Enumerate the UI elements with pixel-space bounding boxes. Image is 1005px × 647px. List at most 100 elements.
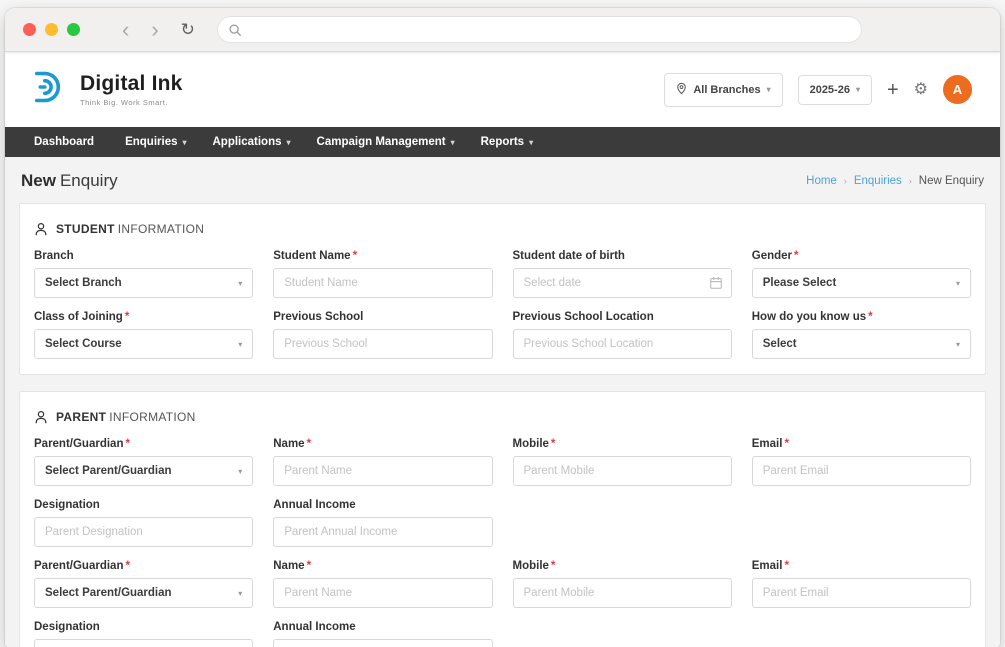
chevron-down-icon: ▾ [451, 138, 455, 147]
parent2-email-input[interactable] [752, 578, 971, 608]
field-label: Designation [34, 499, 253, 511]
nav-item-enquiries[interactable]: Enquiries ▾ [112, 127, 199, 157]
chevron-down-icon: ▾ [956, 279, 960, 288]
main-nav: Dashboard Enquiries ▾ Applications ▾ Cam… [5, 127, 1000, 157]
field-label: Parent/Guardian* [34, 438, 253, 450]
minimize-window-button[interactable] [45, 23, 58, 36]
chevron-down-icon: ▾ [238, 340, 242, 349]
reload-button[interactable]: ↻ [181, 21, 195, 38]
breadcrumb-separator: › [844, 176, 847, 186]
person-icon [34, 222, 48, 236]
browser-window: ‹ › ↻ Digital Ink [5, 8, 1000, 647]
field-label: Email* [752, 560, 971, 572]
field-parent2-email: Email* [752, 560, 971, 608]
branch-select[interactable]: Select Branch ▾ [34, 268, 253, 298]
close-window-button[interactable] [23, 23, 36, 36]
field-label: Annual Income [273, 621, 492, 633]
breadcrumb: Home › Enquiries › New Enquiry [806, 175, 984, 187]
field-class-of-joining: Class of Joining* Select Course ▾ [34, 311, 253, 359]
field-how-do-you-know-us: How do you know us* Select ▾ [752, 311, 971, 359]
parent2-designation-input[interactable] [34, 639, 253, 647]
nav-item-dashboard[interactable]: Dashboard [21, 127, 112, 157]
chevron-down-icon: ▾ [767, 85, 771, 94]
parent1-annual-income-input[interactable] [273, 517, 492, 547]
academic-year-label: 2025-26 [810, 84, 850, 96]
parent2-name-input[interactable] [273, 578, 492, 608]
field-label: Branch [34, 250, 253, 262]
nav-item-reports[interactable]: Reports ▾ [468, 127, 546, 157]
gear-icon[interactable]: ⚙ [914, 82, 928, 98]
field-parent1-designation: Designation [34, 499, 253, 547]
previous-school-input[interactable] [273, 329, 492, 359]
parent2-annual-income-input[interactable] [273, 639, 492, 647]
avatar[interactable]: A [943, 75, 972, 104]
forward-button[interactable]: › [151, 19, 158, 41]
field-label: Mobile* [513, 560, 732, 572]
calendar-icon [709, 276, 723, 290]
brand-tagline: Think Big. Work Smart. [80, 98, 183, 107]
avatar-letter: A [953, 82, 962, 97]
digital-ink-logo-icon [33, 69, 71, 110]
field-parent2-mobile: Mobile* [513, 560, 732, 608]
student-name-input[interactable] [273, 268, 492, 298]
parent1-designation-input[interactable] [34, 517, 253, 547]
field-student-dob: Student date of birth [513, 250, 732, 298]
breadcrumb-separator: › [909, 176, 912, 186]
search-icon [228, 23, 242, 37]
branch-selector-button[interactable]: All Branches ▾ [664, 73, 782, 107]
field-parent1-annual-income: Annual Income [273, 499, 492, 547]
breadcrumb-enquiries[interactable]: Enquiries [854, 175, 902, 187]
field-label: Class of Joining* [34, 311, 253, 323]
field-label: Mobile* [513, 438, 732, 450]
parent1-mobile-input[interactable] [513, 456, 732, 486]
student-section-header: STUDENTINFORMATION [33, 218, 972, 250]
field-label: How do you know us* [752, 311, 971, 323]
academic-year-selector-button[interactable]: 2025-26 ▾ [798, 75, 872, 105]
breadcrumb-current: New Enquiry [919, 175, 984, 187]
student-dob-input[interactable] [513, 268, 732, 298]
how-do-you-know-us-select[interactable]: Select ▾ [752, 329, 971, 359]
field-label: Parent/Guardian* [34, 560, 253, 572]
field-label: Designation [34, 621, 253, 633]
field-student-name: Student Name* [273, 250, 492, 298]
class-of-joining-select[interactable]: Select Course ▾ [34, 329, 253, 359]
zoom-window-button[interactable] [67, 23, 80, 36]
field-label: Gender* [752, 250, 971, 262]
parent1-name-input[interactable] [273, 456, 492, 486]
parent1-guardian-select[interactable]: Select Parent/Guardian ▾ [34, 456, 253, 486]
field-parent1-name: Name* [273, 438, 492, 486]
field-parent2-annual-income: Annual Income [273, 621, 492, 647]
parent-information-card: PARENTINFORMATION Parent/Guardian* Selec… [19, 391, 986, 647]
location-pin-icon [676, 82, 687, 98]
breadcrumb-home[interactable]: Home [806, 175, 837, 187]
chevron-down-icon: ▾ [529, 138, 533, 147]
person-icon [34, 410, 48, 424]
previous-school-location-input[interactable] [513, 329, 732, 359]
nav-item-applications[interactable]: Applications ▾ [200, 127, 304, 157]
field-previous-school-location: Previous School Location [513, 311, 732, 359]
parent1-email-input[interactable] [752, 456, 971, 486]
chevron-down-icon: ▾ [238, 467, 242, 476]
address-bar[interactable] [217, 16, 862, 43]
window-controls [23, 23, 80, 36]
field-gender: Gender* Please Select ▾ [752, 250, 971, 298]
brand-logo: Digital Ink Think Big. Work Smart. [33, 69, 183, 110]
branch-selector-label: All Branches [693, 84, 760, 96]
field-label: Name* [273, 438, 492, 450]
gender-select[interactable]: Please Select ▾ [752, 268, 971, 298]
chevron-down-icon: ▾ [182, 138, 186, 147]
field-parent1-email: Email* [752, 438, 971, 486]
parent2-guardian-select[interactable]: Select Parent/Guardian ▾ [34, 578, 253, 608]
back-button[interactable]: ‹ [122, 19, 129, 41]
field-label: Student Name* [273, 250, 492, 262]
nav-item-campaign-management[interactable]: Campaign Management ▾ [304, 127, 468, 157]
field-parent2-designation: Designation [34, 621, 253, 647]
url-input[interactable] [249, 23, 851, 37]
field-parent1-guardian: Parent/Guardian* Select Parent/Guardian … [34, 438, 253, 486]
field-parent1-mobile: Mobile* [513, 438, 732, 486]
parent-section-header: PARENTINFORMATION [33, 406, 972, 438]
browser-nav-buttons: ‹ › ↻ [122, 19, 195, 41]
brand-name: Digital Ink [80, 72, 183, 96]
parent2-mobile-input[interactable] [513, 578, 732, 608]
add-icon[interactable]: + [887, 80, 899, 100]
